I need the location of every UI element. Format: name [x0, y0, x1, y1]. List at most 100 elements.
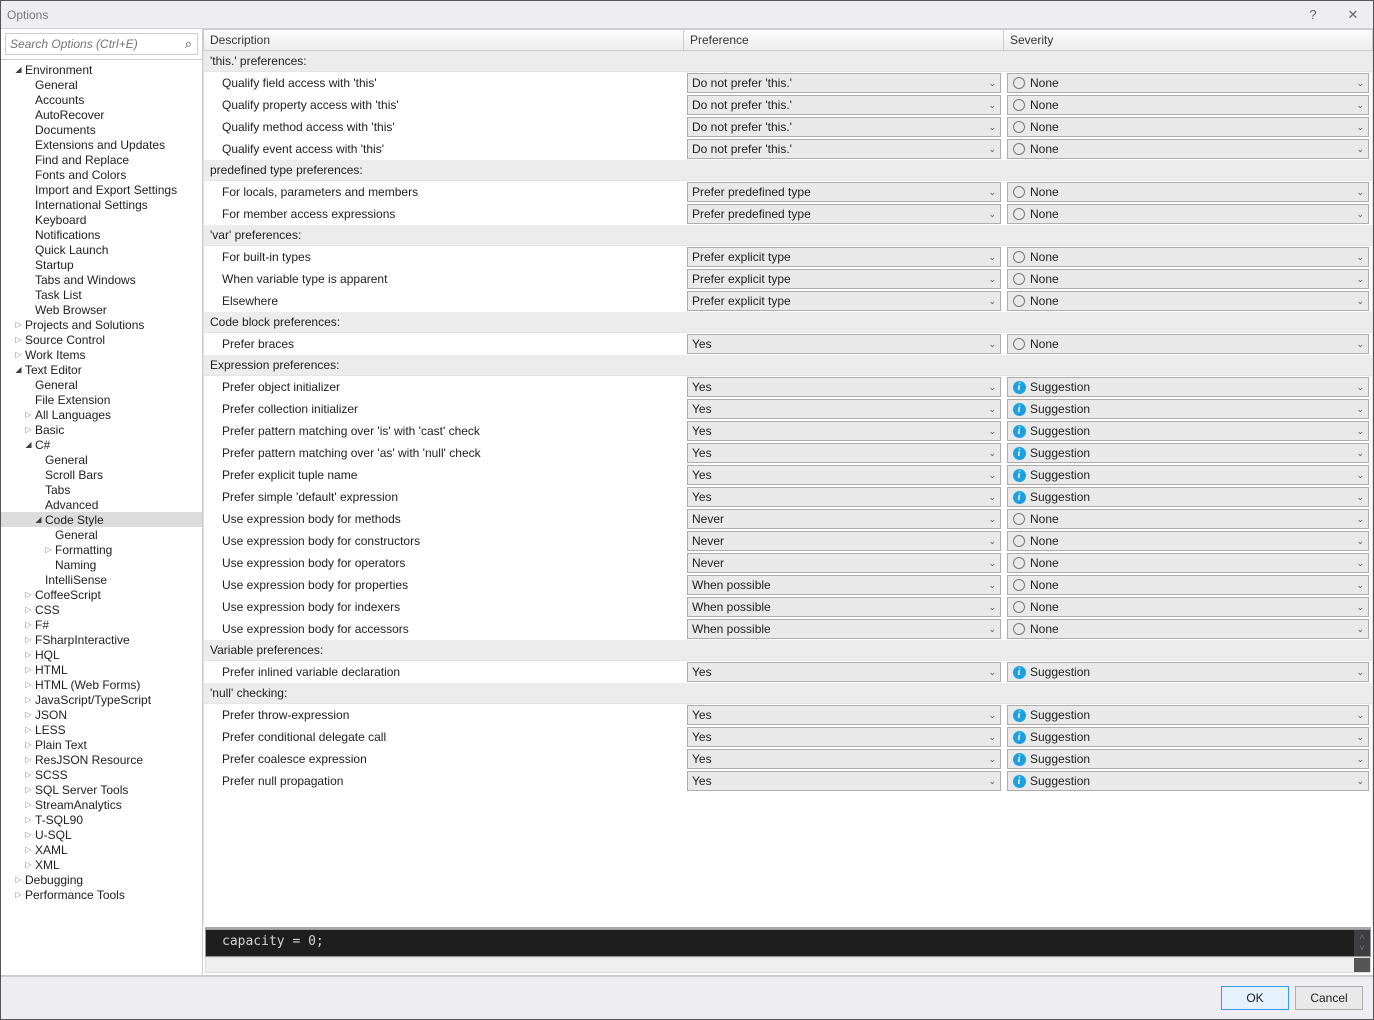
expander-icon[interactable]	[23, 784, 34, 795]
preference-dropdown[interactable]: Prefer explicit type⌄	[687, 291, 1001, 311]
expander-icon[interactable]	[13, 349, 24, 360]
tree-item[interactable]: HTML (Web Forms)	[1, 677, 202, 692]
tree-item[interactable]: Source Control	[1, 332, 202, 347]
preference-dropdown[interactable]: When possible⌄	[687, 597, 1001, 617]
tree-item[interactable]: General	[1, 527, 202, 542]
severity-dropdown[interactable]: None⌄	[1007, 509, 1369, 529]
tree-item[interactable]: Extensions and Updates	[1, 137, 202, 152]
severity-dropdown[interactable]: None⌄	[1007, 247, 1369, 267]
severity-dropdown[interactable]: None⌄	[1007, 575, 1369, 595]
tree-item[interactable]: Accounts	[1, 92, 202, 107]
ok-button[interactable]: OK	[1221, 986, 1289, 1010]
tree-item[interactable]: Tabs and Windows	[1, 272, 202, 287]
severity-dropdown[interactable]: iSuggestion⌄	[1007, 487, 1369, 507]
preference-dropdown[interactable]: Do not prefer 'this.'⌄	[687, 117, 1001, 137]
tree-item[interactable]: SQL Server Tools	[1, 782, 202, 797]
settings-grid[interactable]: 'this.' preferences:Qualify field access…	[203, 51, 1373, 925]
tree-item[interactable]: Scroll Bars	[1, 467, 202, 482]
preference-dropdown[interactable]: Yes⌄	[687, 749, 1001, 769]
preference-dropdown[interactable]: Yes⌄	[687, 334, 1001, 354]
severity-dropdown[interactable]: iSuggestion⌄	[1007, 749, 1369, 769]
expander-icon[interactable]	[13, 334, 24, 345]
severity-dropdown[interactable]: iSuggestion⌄	[1007, 465, 1369, 485]
preference-dropdown[interactable]: Yes⌄	[687, 487, 1001, 507]
tree-item[interactable]: Work Items	[1, 347, 202, 362]
severity-dropdown[interactable]: iSuggestion⌄	[1007, 662, 1369, 682]
severity-dropdown[interactable]: None⌄	[1007, 597, 1369, 617]
expander-icon[interactable]	[23, 679, 34, 690]
tree-item[interactable]: Task List	[1, 287, 202, 302]
severity-dropdown[interactable]: None⌄	[1007, 269, 1369, 289]
preference-dropdown[interactable]: Prefer predefined type⌄	[687, 182, 1001, 202]
tree-item[interactable]: CSS	[1, 602, 202, 617]
tree-item[interactable]: Debugging	[1, 872, 202, 887]
expander-icon[interactable]	[23, 694, 34, 705]
tree-item[interactable]: Projects and Solutions	[1, 317, 202, 332]
preference-dropdown[interactable]: Prefer explicit type⌄	[687, 247, 1001, 267]
tree-item[interactable]: General	[1, 452, 202, 467]
tree-item[interactable]: Documents	[1, 122, 202, 137]
tree-item[interactable]: Plain Text	[1, 737, 202, 752]
tree-item[interactable]: International Settings	[1, 197, 202, 212]
severity-dropdown[interactable]: iSuggestion⌄	[1007, 727, 1369, 747]
tree-item[interactable]: All Languages	[1, 407, 202, 422]
tree-item[interactable]: General	[1, 77, 202, 92]
preference-dropdown[interactable]: Do not prefer 'this.'⌄	[687, 95, 1001, 115]
tree-item[interactable]: AutoRecover	[1, 107, 202, 122]
tree-item[interactable]: LESS	[1, 722, 202, 737]
severity-dropdown[interactable]: None⌄	[1007, 553, 1369, 573]
tree-item[interactable]: ResJSON Resource	[1, 752, 202, 767]
tree-item[interactable]: IntelliSense	[1, 572, 202, 587]
search-input[interactable]	[5, 33, 198, 55]
tree-item[interactable]: Code Style	[1, 512, 202, 527]
search-icon[interactable]: ⌕	[185, 36, 192, 52]
tree-item[interactable]: Fonts and Colors	[1, 167, 202, 182]
expander-icon[interactable]	[23, 769, 34, 780]
expander-icon[interactable]	[13, 319, 24, 330]
expander-icon[interactable]	[23, 739, 34, 750]
expander-icon[interactable]	[23, 724, 34, 735]
expander-icon[interactable]	[33, 514, 44, 525]
expander-icon[interactable]	[23, 634, 34, 645]
preview-vscroll[interactable]: ˄˅	[1354, 930, 1370, 956]
preference-dropdown[interactable]: When possible⌄	[687, 619, 1001, 639]
tree-item[interactable]: StreamAnalytics	[1, 797, 202, 812]
help-icon[interactable]: ?	[1299, 7, 1327, 22]
expander-icon[interactable]	[23, 619, 34, 630]
expander-icon[interactable]	[23, 814, 34, 825]
severity-dropdown[interactable]: None⌄	[1007, 139, 1369, 159]
severity-dropdown[interactable]: None⌄	[1007, 531, 1369, 551]
tree-item[interactable]: XML	[1, 857, 202, 872]
expander-icon[interactable]	[13, 889, 24, 900]
tree-item[interactable]: Notifications	[1, 227, 202, 242]
close-icon[interactable]: ✕	[1339, 7, 1367, 23]
tree-item[interactable]: Find and Replace	[1, 152, 202, 167]
tree-item[interactable]: Web Browser	[1, 302, 202, 317]
expander-icon[interactable]	[13, 64, 24, 75]
expander-icon[interactable]	[23, 604, 34, 615]
expander-icon[interactable]	[23, 754, 34, 765]
severity-dropdown[interactable]: iSuggestion⌄	[1007, 377, 1369, 397]
expander-icon[interactable]	[23, 649, 34, 660]
expander-icon[interactable]	[23, 589, 34, 600]
expander-icon[interactable]	[23, 439, 34, 450]
tree-item[interactable]: Startup	[1, 257, 202, 272]
tree-item[interactable]: Formatting	[1, 542, 202, 557]
severity-dropdown[interactable]: iSuggestion⌄	[1007, 399, 1369, 419]
preference-dropdown[interactable]: Yes⌄	[687, 377, 1001, 397]
expander-icon[interactable]	[23, 844, 34, 855]
expander-icon[interactable]	[23, 859, 34, 870]
expander-icon[interactable]	[23, 409, 34, 420]
severity-dropdown[interactable]: None⌄	[1007, 619, 1369, 639]
tree-item[interactable]: T-SQL90	[1, 812, 202, 827]
preference-dropdown[interactable]: Yes⌄	[687, 443, 1001, 463]
severity-dropdown[interactable]: iSuggestion⌄	[1007, 771, 1369, 791]
tree-item[interactable]: Advanced	[1, 497, 202, 512]
tree-item[interactable]: JSON	[1, 707, 202, 722]
preference-dropdown[interactable]: Do not prefer 'this.'⌄	[687, 139, 1001, 159]
preference-dropdown[interactable]: Never⌄	[687, 509, 1001, 529]
tree-item[interactable]: Naming	[1, 557, 202, 572]
preference-dropdown[interactable]: Yes⌄	[687, 421, 1001, 441]
tree-item[interactable]: Quick Launch	[1, 242, 202, 257]
tree-item[interactable]: HQL	[1, 647, 202, 662]
